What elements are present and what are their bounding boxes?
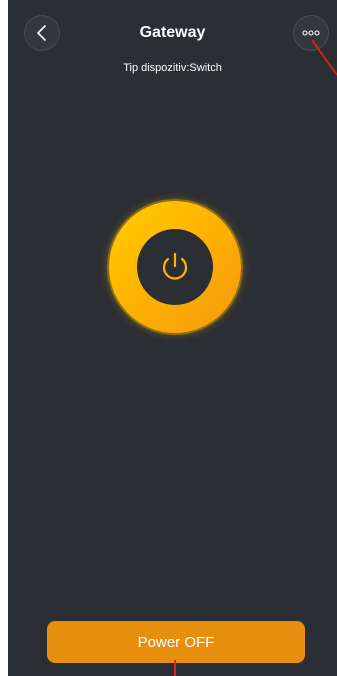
device-screen: Gateway Tip dispozitiv:Switch Power OFF (8, 0, 337, 676)
more-dots-icon (302, 30, 320, 36)
power-center (137, 229, 213, 305)
power-toggle[interactable] (107, 199, 243, 335)
power-icon (162, 252, 188, 280)
device-type-label: Tip dispozitiv:Switch (123, 62, 222, 74)
power-off-button[interactable]: Power OFF (47, 621, 305, 663)
header: Gateway Tip dispozitiv:Switch (8, 0, 337, 90)
annotation-line-bottom (174, 660, 176, 676)
more-button[interactable] (293, 15, 329, 51)
power-ring (109, 201, 241, 333)
page-title: Gateway (139, 24, 206, 41)
